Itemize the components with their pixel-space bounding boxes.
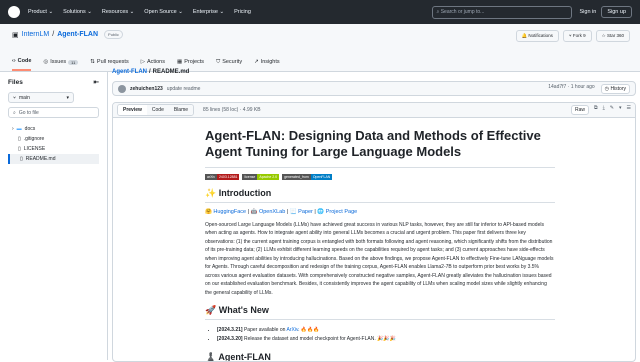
repo-separator: / <box>52 31 54 38</box>
branch-select[interactable]: ⑂ main ▾ <box>8 92 74 103</box>
breadcrumb: Agent-FLAN / README.md <box>112 69 636 75</box>
fork-button[interactable]: ⑂ Fork 9 <box>563 30 592 42</box>
go-to-file-input[interactable]: ⌕ Go to file <box>8 107 99 118</box>
huggingface-link[interactable]: 🤗 HuggingFace <box>205 209 246 215</box>
news-item: [2024.3.21] Paper available on ArXiv. 🔥🔥… <box>217 326 555 335</box>
search-placeholder: Search or jump to... <box>441 9 485 15</box>
file-icon: ▯ <box>18 136 21 142</box>
github-logo-icon[interactable] <box>8 6 20 18</box>
file-viewer-header: Preview Code Blame 85 lines (58 loc) · 4… <box>113 103 635 118</box>
folder-icon: ▬ <box>17 126 22 132</box>
code-tab[interactable]: Code <box>147 105 169 115</box>
global-header: Product ⌄ Solutions ⌄ Resources ⌄ Open S… <box>0 0 640 24</box>
nav-pricing[interactable]: Pricing <box>234 9 251 15</box>
preview-tab[interactable]: Preview <box>118 105 147 115</box>
repo-icon: ▣ <box>12 31 19 39</box>
pull-request-icon: ⇅ <box>90 59 95 65</box>
introduction-paragraph: Open-sourced Large Language Models (LLMs… <box>205 221 555 298</box>
file-icon: ▯ <box>18 146 21 152</box>
outline-icon[interactable]: ☰ <box>627 105 631 115</box>
paper-link[interactable]: 📃 Paper <box>290 209 313 215</box>
chevron-down-icon[interactable]: ▾ <box>619 105 622 115</box>
breadcrumb-repo-link[interactable]: Agent-FLAN <box>112 69 147 75</box>
tree-item-license[interactable]: ▯LICENSE <box>8 144 99 154</box>
file-icon: ▯ <box>20 156 23 162</box>
nav-solutions[interactable]: Solutions ⌄ <box>63 9 92 15</box>
play-icon: ▷ <box>141 59 145 65</box>
readme-content: Agent-FLAN: Designing Data and Methods o… <box>113 118 635 362</box>
commit-hash-time[interactable]: 14ad7f7 · 1 hour ago <box>548 84 594 94</box>
branch-name: main <box>19 95 30 101</box>
files-heading: Files <box>8 79 23 86</box>
repo-name-link[interactable]: Agent-FLAN <box>57 31 98 38</box>
global-nav: Product ⌄ Solutions ⌄ Resources ⌄ Open S… <box>28 9 251 15</box>
visibility-badge: Public <box>104 30 123 39</box>
arxiv-link[interactable]: ArXiv <box>287 327 299 333</box>
breadcrumb-separator: / <box>149 69 151 75</box>
copy-icon[interactable]: ⧉ <box>594 105 598 115</box>
star-button[interactable]: ☆ Star 360 <box>596 30 630 42</box>
shield-icon: ⛉ <box>216 59 220 66</box>
sign-in-link[interactable]: Sign in <box>580 9 597 15</box>
download-icon[interactable]: ⤓ <box>603 105 605 115</box>
view-mode-toggle: Preview Code Blame <box>117 104 194 116</box>
sign-up-button[interactable]: Sign up <box>601 6 632 18</box>
repo-header: ▣ InternLM / Agent-FLAN Public 🔔 Notific… <box>0 24 640 72</box>
nav-resources[interactable]: Resources ⌄ <box>102 9 134 15</box>
badges-row: arXiv2403.12881 licenseApache 2.0 genera… <box>205 174 555 180</box>
table-icon: ▦ <box>177 59 182 65</box>
nav-open-source[interactable]: Open Source ⌄ <box>144 9 183 15</box>
nav-enterprise[interactable]: Enterprise ⌄ <box>193 9 224 15</box>
code-icon: ‹› <box>12 58 16 64</box>
chevron-down-icon: ▾ <box>66 95 69 101</box>
project-page-link[interactable]: 🌐 Project Page <box>317 209 357 215</box>
commit-message[interactable]: update readme <box>167 86 201 92</box>
notifications-button[interactable]: 🔔 Notifications <box>516 30 559 42</box>
tree-item-gitignore[interactable]: ▯.gitignore <box>8 134 99 144</box>
blame-tab[interactable]: Blame <box>169 105 193 115</box>
nav-product[interactable]: Product ⌄ <box>28 9 53 15</box>
file-tree: ›▬docs ▯.gitignore ▯LICENSE ▯README.md <box>8 124 99 164</box>
readme-title: Agent-FLAN: Designing Data and Methods o… <box>205 128 555 168</box>
branch-icon: ⑂ <box>13 95 16 101</box>
edit-icon[interactable]: ✎ <box>610 105 614 115</box>
repo-owner-link[interactable]: InternLM <box>22 31 50 38</box>
file-meta: 85 lines (58 loc) · 4.99 KB <box>203 107 261 113</box>
collapse-sidebar-icon[interactable]: ⇤ <box>94 78 99 86</box>
news-item: [2024.3.20] Release the dataset and mode… <box>217 335 555 344</box>
file-view: Agent-FLAN / README.md zehuichen123 upda… <box>112 66 636 360</box>
avatar[interactable] <box>118 85 126 93</box>
file-viewer: Preview Code Blame 85 lines (58 loc) · 4… <box>112 102 636 362</box>
resource-links: 🤗 HuggingFace | 🤖 OpenXLab | 📃 Paper | 🌐… <box>205 209 555 215</box>
latest-commit-bar: zehuichen123 update readme 14ad7f7 · 1 h… <box>112 81 636 96</box>
tab-issues[interactable]: ◎Issues11 <box>43 58 78 71</box>
news-list: [2024.3.21] Paper available on ArXiv. 🔥🔥… <box>205 326 555 344</box>
badge-generated-from[interactable]: generated_fromOpenFLAN <box>282 174 332 180</box>
whats-new-heading: 🚀 What's New <box>205 305 555 320</box>
issues-icon: ◎ <box>43 59 48 65</box>
go-to-file-placeholder: Go to file <box>19 110 39 116</box>
raw-button[interactable]: Raw <box>571 105 589 115</box>
issues-count: 11 <box>68 60 78 65</box>
introduction-heading: ✨ Introduction <box>205 188 555 203</box>
search-icon: ⌕ <box>13 110 16 116</box>
agent-flan-heading: ♟️ Agent-FLAN <box>205 352 555 362</box>
chevron-right-icon: › <box>12 126 14 132</box>
openxlab-link[interactable]: 🤖 OpenXLab <box>251 209 286 215</box>
badge-license[interactable]: licenseApache 2.0 <box>242 174 279 180</box>
breadcrumb-file: README.md <box>153 69 190 75</box>
badge-arxiv[interactable]: arXiv2403.12881 <box>205 174 239 180</box>
graph-icon: ↗ <box>254 59 259 65</box>
tree-item-readme[interactable]: ▯README.md <box>8 154 99 164</box>
history-button[interactable]: ◷ History <box>601 84 630 94</box>
tab-code[interactable]: ‹›Code <box>12 58 31 71</box>
commit-author[interactable]: zehuichen123 <box>130 86 163 92</box>
search-input[interactable]: ⌕ Search or jump to... <box>432 6 572 19</box>
tree-item-docs[interactable]: ›▬docs <box>8 124 99 134</box>
file-tree-sidebar: Files ⇤ ⑂ main ▾ ⌕ Go to file ›▬docs ▯.g… <box>0 72 108 360</box>
